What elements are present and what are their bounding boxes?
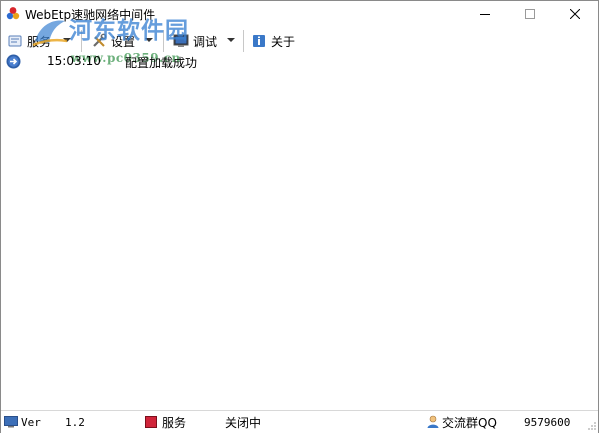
minimize-button[interactable] [462, 1, 507, 27]
qq-group-label: 交流群QQ [442, 415, 497, 430]
info-book-icon [253, 35, 265, 47]
log-entry[interactable]: 15:03:10 配置加载成功 [1, 53, 598, 71]
minimize-icon [479, 14, 490, 15]
toolbar-debug-button[interactable]: 调试 [173, 29, 217, 53]
version-panel: Ver [4, 414, 41, 430]
monitor-icon [4, 416, 18, 428]
log-message: 配置加载成功 [125, 56, 198, 70]
toolbar-about-button[interactable]: 关于 [251, 29, 295, 53]
qq-number: 9579600 [524, 415, 571, 429]
toolbar-settings-button[interactable]: 设置 [91, 29, 135, 53]
version-label: Ver [21, 415, 41, 429]
qq-group-panel[interactable]: 交流群QQ [426, 414, 497, 430]
version-value: 1.2 [65, 415, 85, 429]
window-title: WebEtp速驰网络中间件 [25, 8, 156, 22]
toolbar-service-button[interactable]: 服务 [7, 29, 51, 53]
toolbar-separator [163, 30, 164, 52]
service-icon [8, 35, 22, 47]
service-status-panel: 服务 [145, 414, 186, 430]
service-indicator-icon [145, 416, 157, 428]
settings-dropdown-arrow-icon[interactable] [145, 38, 153, 42]
log-list[interactable]: 15:03:10 配置加载成功 [1, 53, 598, 409]
toolbar-service-label: 服务 [27, 34, 52, 49]
qq-number-panel[interactable]: 9579600 [524, 414, 570, 430]
info-arrow-icon [6, 54, 21, 69]
toolbar-debug-label: 调试 [193, 34, 218, 49]
service-state-text: 关闭中 [225, 415, 262, 430]
close-button[interactable] [552, 1, 597, 27]
toolbar: 服务 设置 调试 关于 [1, 29, 598, 53]
app-logo-icon [6, 7, 20, 20]
service-dropdown-arrow-icon[interactable] [63, 38, 71, 42]
service-status-label: 服务 [162, 415, 187, 430]
user-group-icon [427, 415, 439, 428]
maximize-icon [524, 9, 535, 19]
app-window: WebEtp速驰网络中间件 服务 设置 调试 关于 河东软件园 www.pc03… [0, 0, 599, 433]
maximize-button[interactable] [507, 1, 552, 27]
close-icon [569, 9, 580, 19]
toolbar-separator [81, 30, 82, 52]
toolbar-separator [243, 30, 244, 52]
version-value-panel: 1.2 [65, 414, 85, 430]
debug-monitor-icon [173, 34, 189, 47]
log-time: 15:03:10 [47, 54, 101, 68]
service-state-panel: 关闭中 [225, 414, 261, 430]
toolbar-about-label: 关于 [271, 34, 296, 49]
debug-dropdown-arrow-icon[interactable] [227, 38, 235, 42]
status-bar: Ver 1.2 服务 关闭中 交流群QQ 9579600 [1, 410, 598, 433]
title-bar[interactable]: WebEtp速驰网络中间件 [1, 1, 598, 27]
settings-tools-icon [93, 33, 107, 47]
resize-grip-icon[interactable] [587, 421, 597, 431]
toolbar-settings-label: 设置 [111, 34, 136, 49]
